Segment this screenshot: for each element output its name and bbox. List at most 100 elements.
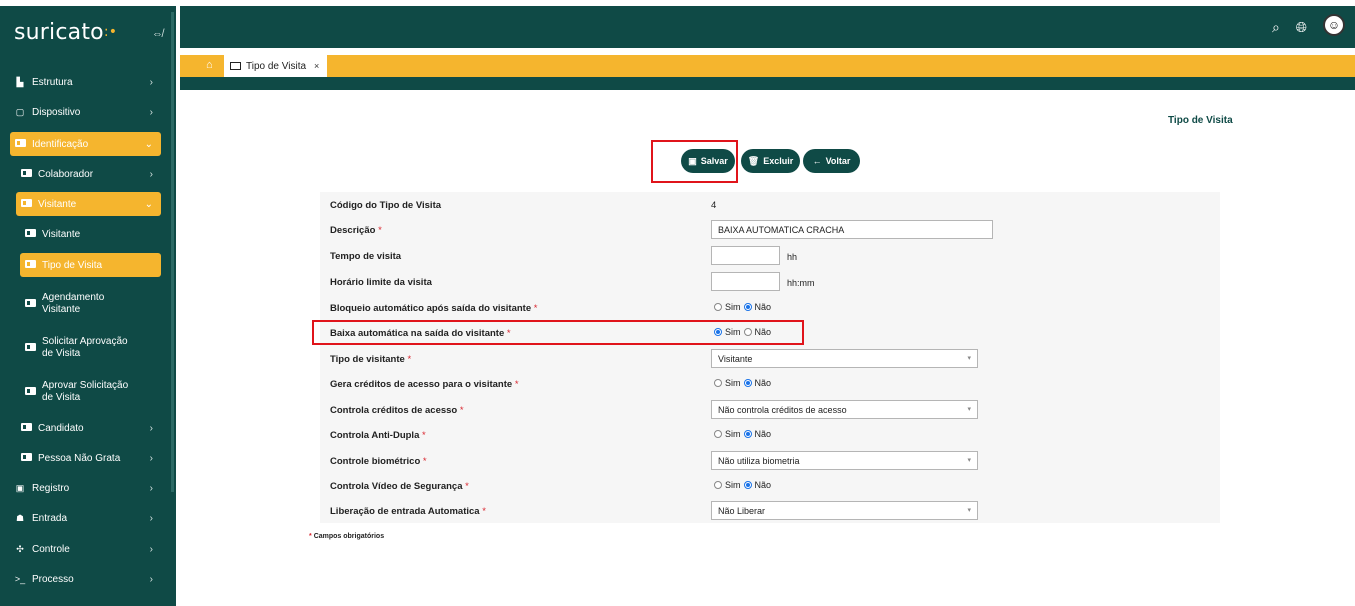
row-tipo-visitante: Tipo de visitante * Visitante ▾ — [320, 346, 1220, 371]
home-icon[interactable]: ⌂ — [206, 59, 213, 71]
sidebar-item-visitante-group[interactable]: Visitante ⌄ — [16, 192, 161, 216]
bloqueio-radio-group: Sim Não — [714, 302, 771, 312]
row-anti-dupla: Controla Anti-Dupla * Sim Não — [330, 429, 772, 441]
highlight-baixa-row — [312, 320, 804, 345]
row-liberacao: Liberação de entrada Automatica * Não Li… — [320, 498, 1220, 523]
tempo-visita-input[interactable] — [711, 246, 780, 265]
controla-creditos-select[interactable]: Não controla créditos de acesso ▾ — [711, 400, 978, 419]
row-controla-creditos: Controla créditos de acesso * Não contro… — [320, 397, 1220, 422]
chevron-right-icon: › — [149, 106, 153, 118]
building-icon: ▙ — [16, 76, 24, 87]
row-tempo: Tempo de visita hh — [320, 243, 1220, 268]
chevron-right-icon: › — [149, 573, 153, 585]
delete-button[interactable]: 🗑︎ Excluir — [741, 149, 800, 173]
device-icon: ▢ — [15, 106, 25, 117]
sidebar-item-dispositivo[interactable]: ▢ Dispositivo › — [10, 100, 161, 124]
sidebar-item-candidato[interactable]: Candidato › — [16, 416, 161, 440]
radio-sim[interactable] — [714, 303, 722, 311]
id-card-icon — [23, 260, 37, 270]
radio-nao[interactable] — [743, 481, 752, 489]
tipo-visitante-select[interactable]: Visitante ▾ — [711, 349, 978, 368]
close-icon[interactable]: × — [314, 61, 319, 71]
id-card-icon — [19, 169, 33, 179]
sidebar-item-agendamento-visitante[interactable]: Agendamento Visitante — [20, 288, 161, 320]
radio-nao[interactable] — [743, 379, 752, 387]
arrow-left-icon: ← — [812, 156, 822, 166]
sidebar-item-identificacao[interactable]: Identificação ⌄ — [10, 132, 161, 156]
id-card-icon — [23, 386, 37, 398]
id-card-icon — [230, 62, 241, 70]
row-biometrico: Controle biométrico * Não utiliza biomet… — [320, 448, 1220, 473]
row-horario: Horário limite da visita hh:mm — [320, 269, 1220, 294]
row-gera-creditos: Gera créditos de acesso para o visitante… — [330, 378, 772, 390]
descricao-input[interactable]: BAIXA AUTOMATICA CRACHA — [711, 220, 993, 239]
back-button[interactable]: ← Voltar — [803, 149, 860, 173]
chevron-down-icon: ⌄ — [144, 198, 153, 210]
chevron-down-icon: ▾ — [967, 355, 971, 362]
header-strip — [180, 77, 1355, 90]
radio-nao[interactable] — [743, 430, 752, 438]
tab-tipo-de-visita[interactable]: Tipo de Visita × — [224, 55, 327, 77]
sidebar-scrollbar[interactable] — [171, 12, 174, 492]
tipo-visita-form: Código do Tipo de Visita 4 Descrição * B… — [320, 192, 1220, 523]
radio-sim[interactable] — [714, 430, 722, 438]
required-fields-note: * Campos obrigatórios — [309, 533, 385, 540]
radio-sim[interactable] — [714, 481, 722, 489]
chevron-down-icon: ▾ — [967, 507, 971, 514]
id-card-icon — [23, 342, 37, 354]
sidebar-item-pessoa-nao-grata[interactable]: Pessoa Não Grata › — [16, 446, 161, 470]
trash-icon: 🗑︎ — [747, 155, 760, 166]
top-navbar: ⌕ 🌐︎ ☺ — [180, 6, 1355, 48]
row-bloqueio: Bloqueio automático após saída do visita… — [330, 302, 772, 314]
chevron-right-icon: › — [149, 543, 153, 555]
chevron-right-icon: › — [149, 168, 153, 180]
sidebar-item-visitante[interactable]: Visitante — [20, 222, 161, 246]
tab-bar: ⌂ Tipo de Visita × — [180, 55, 1355, 77]
search-icon[interactable]: ⌕ — [1272, 19, 1280, 36]
id-card-icon — [19, 453, 33, 463]
radio-nao[interactable] — [743, 303, 752, 311]
chevron-right-icon: › — [149, 512, 153, 524]
id-card-icon — [23, 229, 37, 239]
chevron-right-icon: › — [149, 452, 153, 464]
highlight-save-button — [651, 140, 738, 183]
id-card-icon — [23, 298, 37, 310]
liberacao-select[interactable]: Não Liberar ▾ — [711, 501, 978, 520]
sidebar: suricato:• ⇎ ▙ Estrutura › ▢ Dispositivo › I… — [0, 6, 176, 606]
row-descricao: Descrição * BAIXA AUTOMATICA CRACHA — [320, 217, 1220, 242]
chevron-down-icon: ▾ — [967, 406, 971, 413]
chevron-down-icon: ▾ — [967, 457, 971, 464]
horario-limite-input[interactable] — [711, 272, 780, 291]
sidebar-item-tipo-de-visita[interactable]: Tipo de Visita — [20, 253, 161, 277]
row-video: Controla Vídeo de Segurança * Sim Não — [330, 480, 772, 492]
globe-icon[interactable]: 🌐︎ — [1296, 19, 1307, 36]
sidebar-item-controle[interactable]: ✣ Controle › — [10, 537, 161, 561]
register-icon: ▣ — [15, 482, 25, 493]
chevron-down-icon: ⌄ — [144, 138, 153, 150]
row-codigo: Código do Tipo de Visita 4 — [330, 200, 717, 211]
sidebar-item-processo[interactable]: >_ Processo › — [10, 567, 161, 591]
radio-sim[interactable] — [714, 379, 722, 387]
video-radio-group: Sim Não — [714, 480, 771, 490]
puzzle-icon: ✣ — [16, 543, 24, 554]
chevron-right-icon: › — [149, 482, 153, 494]
codigo-value: 4 — [711, 200, 717, 211]
biometrico-select[interactable]: Não utiliza biometria ▾ — [711, 451, 978, 470]
users-icon: ☗ — [15, 512, 25, 523]
gera-creditos-radio-group: Sim Não — [714, 378, 771, 388]
sidebar-item-colaborador[interactable]: Colaborador › — [16, 162, 161, 186]
id-card-icon — [13, 139, 27, 149]
sidebar-item-aprovar-solicitacao[interactable]: Aprovar Solicitação de Visita — [20, 376, 161, 408]
avatar[interactable]: ☺ — [1323, 14, 1345, 36]
sidebar-item-registro[interactable]: ▣ Registro › — [10, 476, 161, 500]
sidebar-item-entrada[interactable]: ☗ Entrada › — [10, 506, 161, 530]
anti-dupla-radio-group: Sim Não — [714, 429, 771, 439]
id-card-icon — [19, 199, 33, 209]
terminal-icon: >_ — [14, 574, 26, 584]
brand-logo[interactable]: suricato:• — [14, 20, 117, 45]
page-title: Tipo de Visita — [1168, 115, 1233, 126]
id-card-icon — [19, 423, 33, 433]
collapse-menu-icon[interactable]: ⇎ — [152, 28, 163, 40]
sidebar-item-solicitar-aprovacao[interactable]: Solicitar Aprovação de Visita — [20, 332, 161, 364]
sidebar-item-estrutura[interactable]: ▙ Estrutura › — [10, 70, 161, 94]
